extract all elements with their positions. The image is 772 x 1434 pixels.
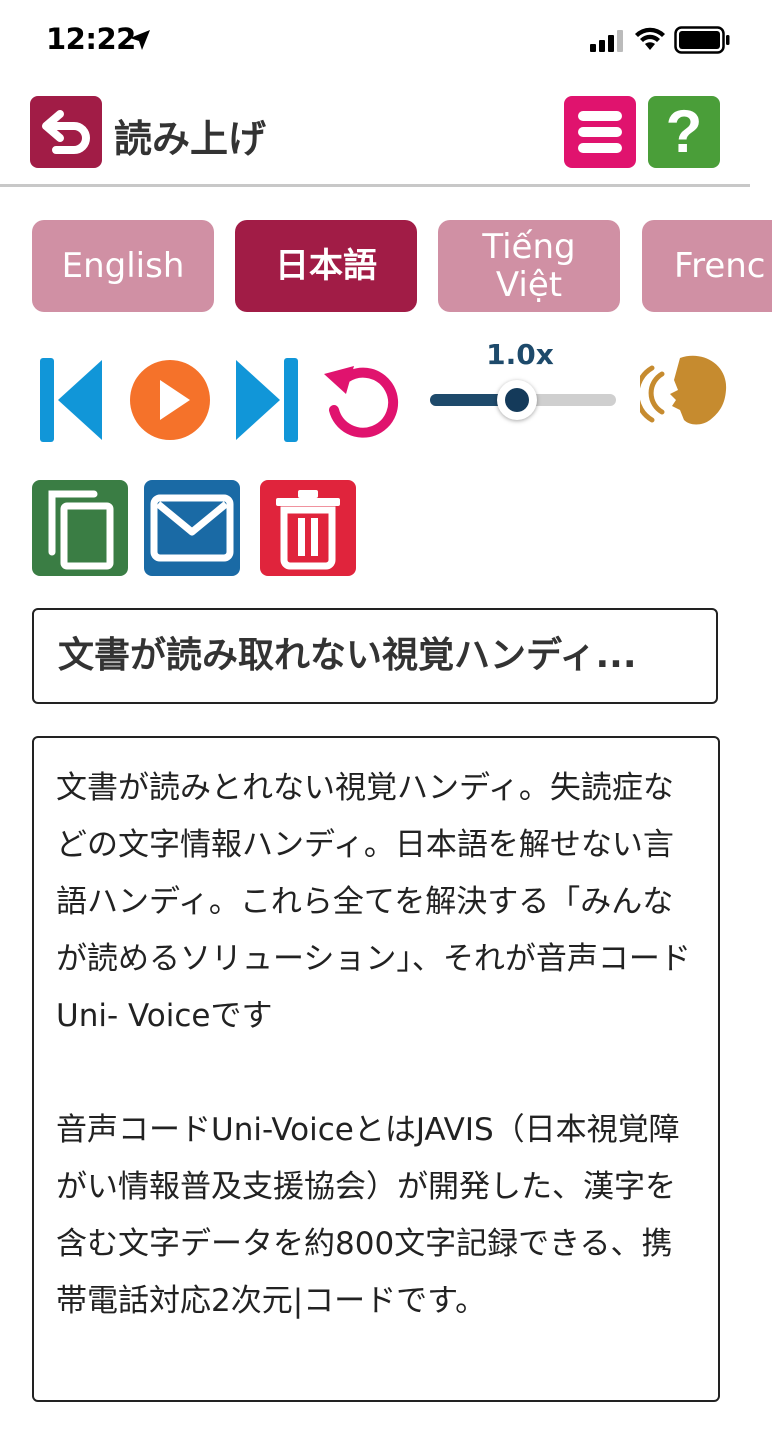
copy-icon bbox=[48, 490, 114, 570]
menu-button[interactable] bbox=[564, 96, 636, 168]
tab-japanese[interactable]: 日本語 bbox=[235, 220, 417, 312]
mail-icon bbox=[150, 494, 234, 562]
tab-vietnamese[interactable]: Tiếng Việt bbox=[438, 220, 620, 312]
document-body-textarea[interactable]: 文書が読みとれない視覚ハンディ。失読症などの文字情報ハンディ。日本語を解せない言… bbox=[32, 736, 720, 1402]
back-arrow-icon bbox=[42, 110, 90, 154]
location-arrow-icon bbox=[130, 30, 150, 50]
app-header: 読み上げ ? bbox=[0, 80, 772, 188]
battery-icon bbox=[674, 26, 730, 54]
trash-icon bbox=[276, 490, 340, 570]
wifi-icon bbox=[635, 27, 665, 50]
header-divider bbox=[0, 184, 750, 187]
delete-button[interactable] bbox=[260, 480, 356, 576]
tab-english[interactable]: English bbox=[32, 220, 214, 312]
document-title-field[interactable]: 文書が読み取れない視覚ハンディ... bbox=[32, 608, 718, 704]
speaking-head-icon[interactable] bbox=[640, 350, 730, 432]
status-time: 12:22 bbox=[46, 22, 136, 56]
back-button[interactable] bbox=[30, 96, 102, 168]
signal-icon bbox=[590, 30, 623, 52]
tab-french[interactable]: Frenc bbox=[642, 220, 772, 312]
play-icon[interactable] bbox=[128, 358, 212, 442]
mail-button[interactable] bbox=[144, 480, 240, 576]
speed-slider[interactable] bbox=[430, 380, 616, 420]
speed-label: 1.0x bbox=[486, 338, 554, 371]
copy-button[interactable] bbox=[32, 480, 128, 576]
status-bar: 12:22 bbox=[0, 0, 772, 80]
speed-slider-thumb[interactable] bbox=[497, 380, 538, 420]
page-title: 読み上げ bbox=[114, 117, 267, 161]
replay-icon[interactable] bbox=[320, 360, 402, 440]
help-button[interactable]: ? bbox=[648, 96, 720, 168]
hamburger-menu-icon bbox=[578, 111, 622, 121]
skip-back-icon[interactable] bbox=[38, 356, 104, 444]
hamburger-menu-icon bbox=[578, 143, 622, 153]
skip-forward-icon[interactable] bbox=[234, 356, 300, 444]
hamburger-menu-icon bbox=[578, 127, 622, 137]
